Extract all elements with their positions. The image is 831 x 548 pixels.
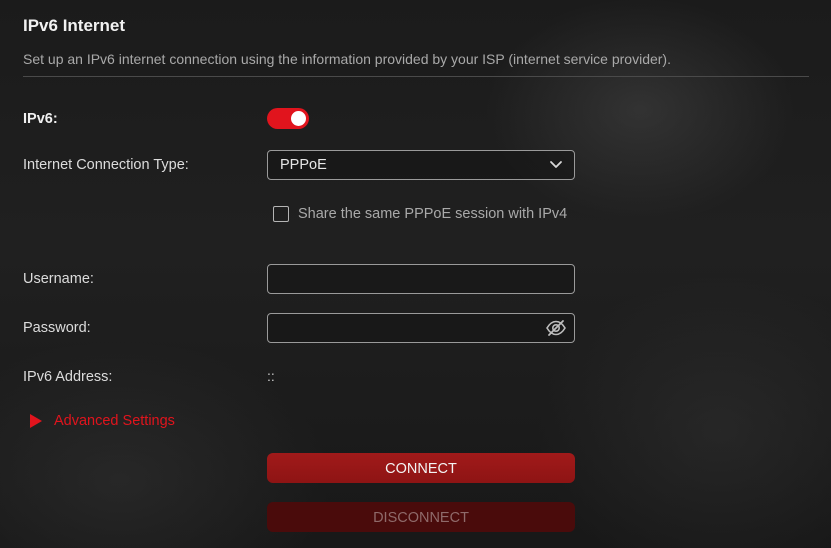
username-label: Username: (23, 271, 94, 287)
username-field[interactable] (268, 265, 558, 293)
connection-type-value: PPPoE (280, 157, 327, 173)
connect-button[interactable]: CONNECT (267, 453, 575, 483)
toggle-knob (291, 111, 306, 126)
chevron-down-icon (550, 161, 562, 168)
ipv6-label: IPv6: (23, 111, 58, 127)
connection-type-label: Internet Connection Type: (23, 157, 189, 173)
page-description: Set up an IPv6 internet connection using… (23, 51, 671, 67)
password-field-wrapper (267, 313, 575, 343)
disconnect-button[interactable]: DISCONNECT (267, 502, 575, 532)
ipv6-toggle[interactable] (267, 108, 309, 129)
page-title: IPv6 Internet (23, 16, 126, 35)
connection-type-select[interactable]: PPPoE (267, 150, 575, 180)
eye-off-icon[interactable] (545, 319, 567, 337)
ipv6-address-label: IPv6 Address: (23, 369, 113, 385)
password-label: Password: (23, 320, 91, 336)
triangle-right-icon (30, 414, 42, 428)
password-field[interactable] (268, 314, 558, 342)
share-session-label[interactable]: Share the same PPPoE session with IPv4 (298, 206, 568, 223)
ipv6-address-value: :: (267, 368, 275, 384)
username-field-wrapper (267, 264, 575, 294)
divider (23, 76, 809, 77)
advanced-settings-label: Advanced Settings (54, 413, 175, 429)
ipv6-internet-panel: IPv6 Internet Set up an IPv6 internet co… (0, 0, 831, 548)
share-session-checkbox[interactable] (273, 206, 289, 222)
